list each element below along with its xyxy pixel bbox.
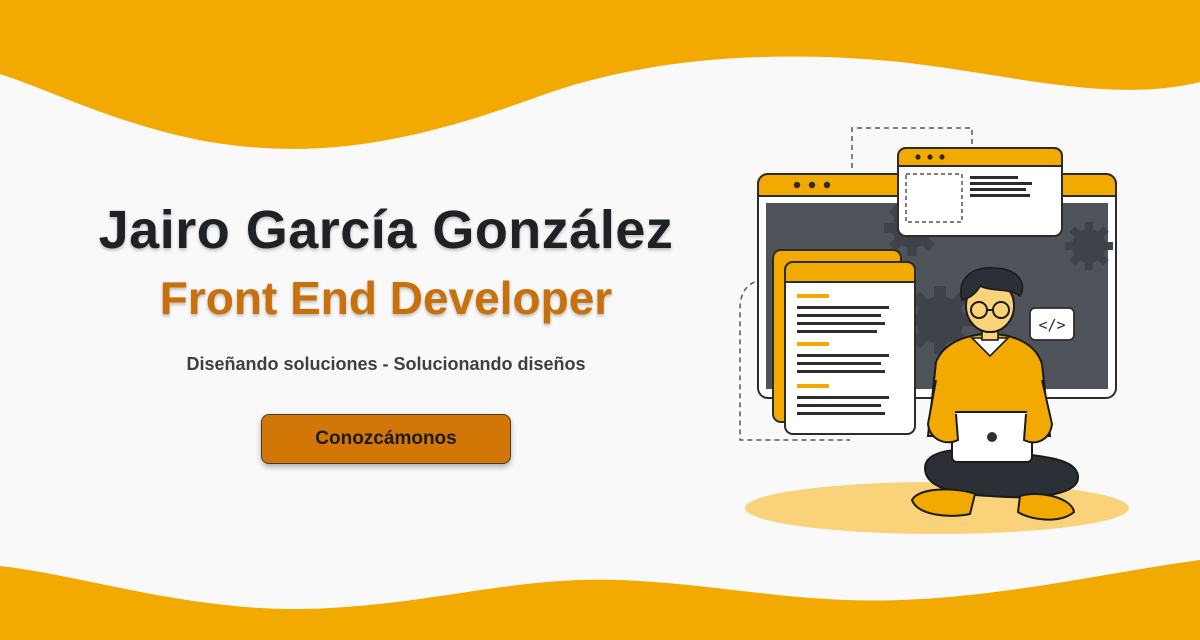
gear-icon [1065,222,1113,270]
meet-button[interactable]: Conozcámonos [261,414,511,464]
tagline: Diseñando soluciones - Solucionando dise… [186,354,586,374]
developer-name: Jairo García González [98,200,674,260]
document-card [772,249,916,435]
code-icon: </> [1029,307,1075,341]
developer-role: Front End Developer [159,272,613,324]
code-badge-label: </> [1038,316,1065,334]
developer-illustration: </> [739,127,1129,534]
hero-text: Jairo García González Front End Develope… [40,196,732,375]
floating-card [897,147,1063,237]
bottom-wave [0,560,1200,640]
